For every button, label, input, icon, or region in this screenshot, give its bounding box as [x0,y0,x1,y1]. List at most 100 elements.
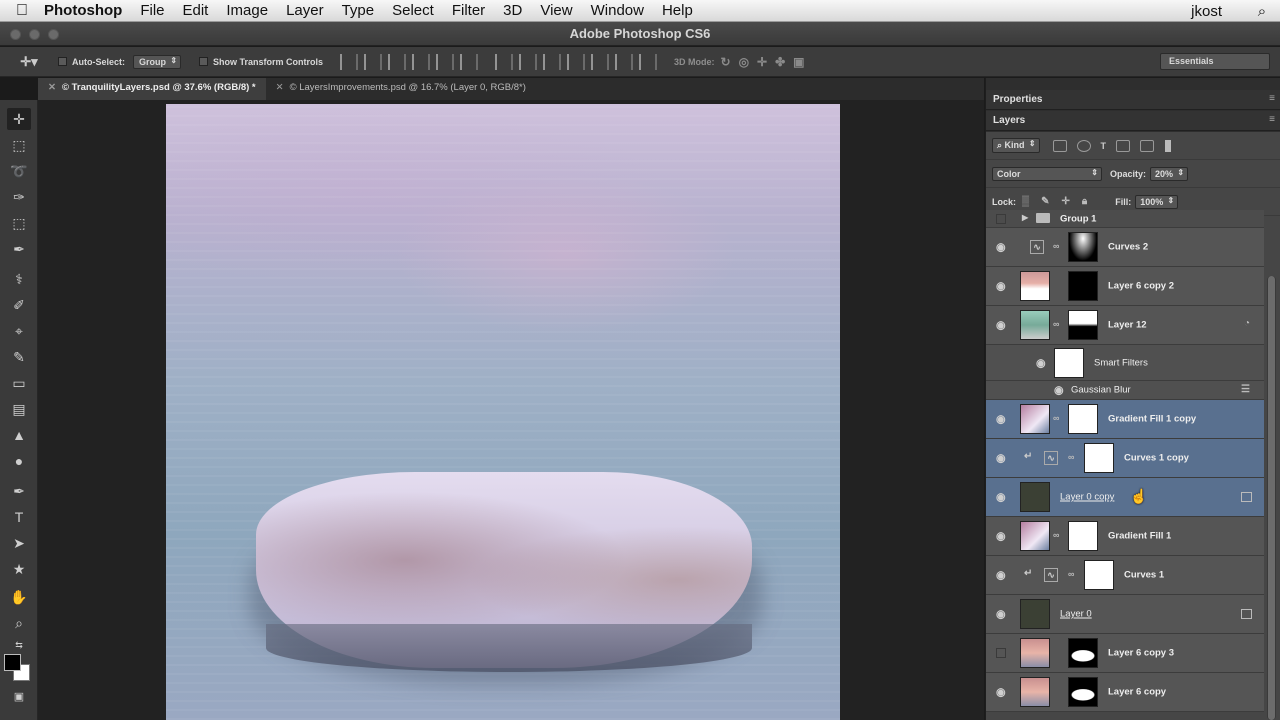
eye-icon[interactable]: ◉ [996,569,1006,582]
expand-arrow-icon[interactable]: ▶ [1022,213,1028,222]
eye-icon[interactable]: ◉ [996,280,1006,293]
document-image[interactable] [166,104,840,720]
layer-row-smart-filters[interactable]: ◉ Smart Filters [986,345,1264,381]
layer-row-group-1[interactable]: ▶ Group 1 [986,210,1264,228]
opacity-field[interactable]: 20% [1150,166,1189,181]
chain-link-icon[interactable]: ∞ [1053,319,1059,329]
workspace-dropdown[interactable]: Essentials [1160,53,1270,70]
blend-mode-dropdown[interactable]: Color [992,166,1102,181]
chain-link-icon[interactable]: ∞ [1053,413,1059,423]
gradient-tool-icon[interactable]: ▤ [7,398,31,420]
move-tool-icon[interactable]: ✛ [7,108,31,130]
layers-panel-tab[interactable]: Layers ≡ [986,111,1280,131]
foreground-color-swatch[interactable] [4,654,21,671]
align-vertical-center-icon[interactable] [364,53,383,70]
eye-icon[interactable]: ◉ [996,608,1006,621]
layer-row-layer-12[interactable]: ◉ ∞ Layer 12 ◔ [986,306,1264,345]
distribute-right-icon[interactable] [615,53,634,70]
menu-view[interactable]: View [540,2,572,19]
filter-mask-thumbnail[interactable] [1054,348,1084,378]
layer-thumbnail[interactable] [1020,482,1050,512]
shape-filter-icon[interactable] [1116,139,1131,152]
path-selection-tool-icon[interactable]: ➤ [7,532,31,554]
blur-tool-icon[interactable]: ▲ [7,424,31,446]
eye-icon[interactable]: ◉ [1054,384,1064,397]
layer-row-layer-6-copy-2[interactable]: ◉ Layer 6 copy 2 [986,267,1264,306]
menu-select[interactable]: Select [392,2,434,19]
adjustment-filter-icon[interactable] [1076,139,1091,152]
eye-icon[interactable]: ◉ [996,241,1006,254]
layer-mask-thumbnail[interactable] [1068,521,1098,551]
layer-mask-thumbnail[interactable] [1068,310,1098,340]
eye-icon[interactable]: ◉ [1036,356,1046,369]
marquee-tool-icon[interactable]: ⬚ [7,134,31,156]
distribute-bottom-icon[interactable] [543,53,562,70]
menu-file[interactable]: File [140,2,164,19]
layers-scrollbar[interactable] [1267,276,1276,720]
visibility-off-icon[interactable] [996,648,1006,658]
smart-object-filter-icon[interactable] [1140,139,1155,152]
eyedropper-tool-icon[interactable]: ✒ [7,238,31,260]
layer-row-curves-1-copy[interactable]: ◉ ↵ ∿ ∞ Curves 1 copy [986,439,1264,478]
close-tab-icon[interactable]: ✕ [48,82,56,93]
filter-blending-options-icon[interactable]: ☰ [1241,384,1250,395]
lock-transparent-icon[interactable]: ▒ [1022,196,1029,207]
auto-align-icon[interactable] [639,53,658,70]
quick-select-tool-icon[interactable]: ✑ [7,186,31,208]
swap-colors-icon[interactable]: ⇆ [7,634,31,656]
layer-row-gradient-fill-1[interactable]: ◉ ∞ Gradient Fill 1 [986,517,1264,556]
move-tool-preset-icon[interactable]: ✛▾ [0,54,58,70]
lock-position-icon[interactable]: ✛ [1062,196,1070,207]
lasso-tool-icon[interactable]: ➰ [7,160,31,182]
menu-image[interactable]: Image [226,2,268,19]
distribute-left-icon[interactable] [567,53,586,70]
hand-tool-icon[interactable]: ✋ [7,586,31,608]
pen-tool-icon[interactable]: ✒ [7,480,31,502]
lock-all-icon[interactable]: 🔒︎ [1082,196,1087,207]
canvas-area[interactable] [38,100,984,720]
smart-object-thumbnail[interactable] [1020,310,1050,340]
chain-link-icon[interactable]: ∞ [1053,241,1059,251]
layer-thumbnail[interactable] [1020,638,1050,668]
layer-mask-thumbnail[interactable] [1068,677,1098,707]
filter-toggle-icon[interactable] [1165,139,1172,152]
layer-thumbnail[interactable] [1020,599,1050,629]
crop-tool-icon[interactable]: ⬚ [7,212,31,234]
gradient-fill-thumbnail[interactable] [1020,404,1050,434]
dodge-tool-icon[interactable]: ● [7,450,31,472]
layer-row-curves-1[interactable]: ◉ ↵ ∿ ∞ Curves 1 [986,556,1264,595]
healing-brush-tool-icon[interactable]: ⚕ [7,268,31,290]
layer-row-gaussian-blur[interactable]: ◉ Gaussian Blur ☰ [986,381,1264,400]
menu-type[interactable]: Type [342,2,375,19]
layers-scrollbar-thumb[interactable] [1268,276,1275,720]
layer-row-layer-0[interactable]: ◉ Layer 0 [986,595,1264,634]
menu-window[interactable]: Window [591,2,644,19]
layer-mask-thumbnail[interactable] [1084,443,1114,473]
smart-filter-indicator-icon[interactable]: ◔ [1244,318,1250,329]
type-tool-icon[interactable]: T [7,506,31,528]
transform-controls-checkbox[interactable] [199,57,209,66]
eye-icon[interactable]: ◉ [996,452,1006,465]
brush-tool-icon[interactable]: ✐ [7,294,31,316]
layer-mask-thumbnail[interactable] [1084,560,1114,590]
layer-row-layer-6-copy-3[interactable]: Layer 6 copy 3 [986,634,1264,673]
menu-layer[interactable]: Layer [286,2,324,19]
visibility-off-icon[interactable] [996,213,1006,224]
menu-filter[interactable]: Filter [452,2,485,19]
align-bottom-icon[interactable] [388,53,407,70]
chain-link-icon[interactable]: ∞ [1068,452,1074,462]
apple-icon[interactable]:  [0,2,44,20]
layer-row-curves-2[interactable]: ◉ ∿ ∞ Curves 2 [986,228,1264,267]
gradient-fill-thumbnail[interactable] [1020,521,1050,551]
tab-tranquility-layers[interactable]: ✕ © TranquilityLayers.psd @ 37.6% (RGB/8)… [38,78,266,100]
menu-edit[interactable]: Edit [183,2,209,19]
auto-select-checkbox[interactable] [58,57,67,66]
align-top-icon[interactable] [340,53,359,70]
align-horizontal-center-icon[interactable] [436,53,455,70]
eye-icon[interactable]: ◉ [996,413,1006,426]
lock-image-icon[interactable]: ✎ [1041,196,1049,207]
chain-link-icon[interactable]: ∞ [1053,530,1059,540]
3d-mode-icons[interactable]: ↻◎✛✤▣ [721,55,813,69]
properties-panel-tab[interactable]: Properties ≡ [986,90,1280,110]
panel-menu-icon[interactable]: ≡ [1269,93,1275,104]
